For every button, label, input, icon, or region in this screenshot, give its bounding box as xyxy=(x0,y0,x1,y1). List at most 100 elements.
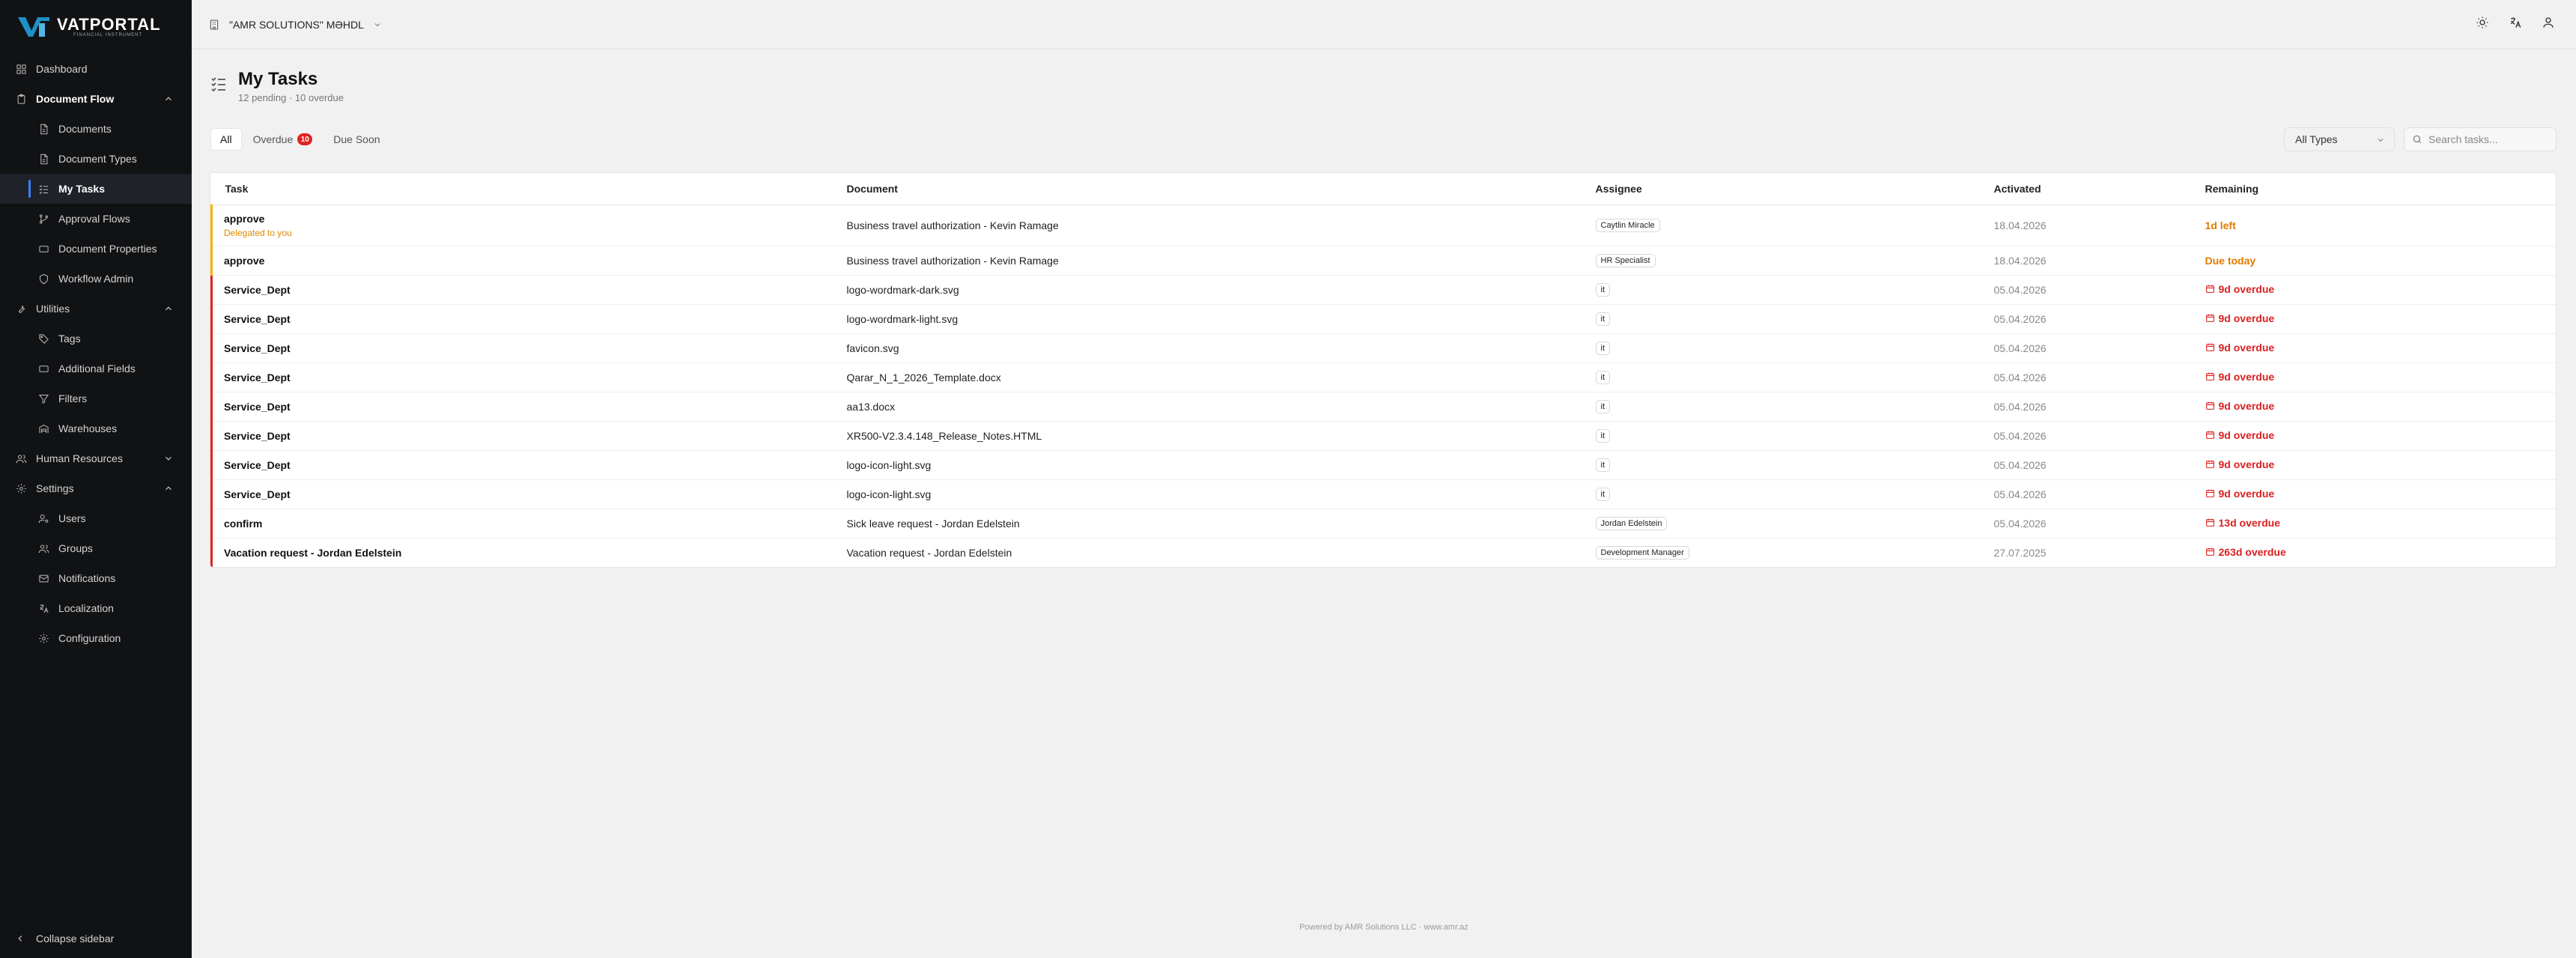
sidebar-item-dashboard[interactable]: Dashboard xyxy=(0,54,192,84)
document-cell[interactable]: Sick leave request - Jordan Edelstein xyxy=(833,509,1582,538)
task-name[interactable]: Vacation request - Jordan Edelstein xyxy=(224,547,833,559)
remaining-cell: 9d overdue xyxy=(2192,275,2557,304)
wrench-icon xyxy=(15,303,27,315)
table-row[interactable]: Service_Dept logo-wordmark-light.svg it 05.… xyxy=(210,304,2556,333)
document-cell[interactable]: Business travel authorization - Kevin Ra… xyxy=(833,246,1582,275)
remaining-status: 13d overdue xyxy=(2205,517,2280,529)
column-header-task[interactable]: Task xyxy=(211,173,833,205)
clipboard-icon xyxy=(15,93,27,105)
table-row[interactable]: Service_Dept Qarar_N_1_2026_Template.docx… xyxy=(210,363,2556,392)
table-row[interactable]: confirm Sick leave request - Jordan Edels… xyxy=(210,509,2556,538)
task-cell: Service_Dept xyxy=(210,421,833,450)
brand-logo[interactable]: VATPORTAL FINANCIAL INSTRUMENT xyxy=(16,10,161,43)
grid-icon xyxy=(15,63,27,75)
calendar-alert-icon xyxy=(2205,343,2214,352)
task-name[interactable]: Service_Dept xyxy=(224,459,833,471)
tab-due-soon-label: Due Soon xyxy=(333,133,380,145)
sidebar-item-label: Tags xyxy=(58,333,81,345)
document-cell[interactable]: Vacation request - Jordan Edelstein xyxy=(833,538,1582,567)
sidebar-item-document-properties[interactable]: Document Properties xyxy=(0,234,192,264)
vatportal-logo-icon xyxy=(18,17,49,37)
table-row[interactable]: Service_Dept XR500-V2.3.4.148_Release_Not… xyxy=(210,421,2556,450)
table-row[interactable]: approve Delegated to you Business travel a… xyxy=(210,204,2557,246)
task-name[interactable]: Service_Dept xyxy=(224,342,833,354)
document-cell[interactable]: XR500-V2.3.4.148_Release_Notes.HTML xyxy=(833,421,1582,450)
sidebar-item-utilities[interactable]: Utilities xyxy=(0,294,192,324)
document-cell[interactable]: aa13.docx xyxy=(833,392,1582,421)
document-cell[interactable]: Qarar_N_1_2026_Template.docx xyxy=(833,363,1582,392)
document-cell[interactable]: logo-wordmark-dark.svg xyxy=(833,275,1582,304)
calendar-alert-icon xyxy=(2205,548,2214,557)
rectangle-icon xyxy=(37,363,49,375)
table-row[interactable]: Service_Dept logo-wordmark-dark.svg it 05.0… xyxy=(210,275,2557,304)
sidebar-item-additional-fields[interactable]: Additional Fields xyxy=(0,354,192,383)
column-header-remaining[interactable]: Remaining xyxy=(2191,173,2556,205)
table-row[interactable]: Service_Dept logo-icon-light.svg it 05.04.2… xyxy=(210,450,2556,479)
sidebar-item-label: Utilities xyxy=(36,303,70,315)
task-name[interactable]: Service_Dept xyxy=(224,488,833,500)
assignee-chip: it xyxy=(1595,283,1610,297)
tab-due-soon[interactable]: Due Soon xyxy=(324,129,389,150)
rectangle-icon xyxy=(37,243,49,255)
sidebar-item-localization[interactable]: Localization xyxy=(0,593,192,623)
task-cell: Vacation request - Jordan Edelstein xyxy=(210,538,833,567)
user-menu-button[interactable] xyxy=(2542,16,2555,33)
column-header-document[interactable]: Document xyxy=(833,173,1582,205)
table-row[interactable]: Vacation request - Jordan Edelstein Vacat… xyxy=(210,538,2556,567)
sidebar-item-my-tasks[interactable]: My Tasks xyxy=(0,174,192,204)
sidebar-item-approval-flows[interactable]: Approval Flows xyxy=(0,204,192,234)
remaining-cell: 1d left xyxy=(2192,204,2557,246)
search-input[interactable] xyxy=(2428,133,2548,145)
assignee-chip: Development Manager xyxy=(1595,546,1689,560)
company-selector[interactable]: "AMR SOLUTIONS" MƏHDL xyxy=(208,13,382,36)
document-cell[interactable]: logo-wordmark-light.svg xyxy=(833,304,1582,333)
document-cell[interactable]: logo-icon-light.svg xyxy=(833,479,1582,509)
assignee-cell: it xyxy=(1582,450,1981,479)
chevron-down-icon xyxy=(163,453,174,464)
sidebar-item-document-flow[interactable]: Document Flow xyxy=(0,84,192,114)
sidebar-item-tags[interactable]: Tags xyxy=(0,324,192,354)
type-filter-select[interactable]: All Types xyxy=(2284,127,2395,151)
task-cell: Service_Dept xyxy=(210,333,833,363)
sidebar-item-configuration[interactable]: Configuration xyxy=(0,623,192,653)
activated-cell: 05.04.2026 xyxy=(1993,371,2047,383)
task-name[interactable]: Service_Dept xyxy=(224,372,833,383)
task-name[interactable]: confirm xyxy=(224,518,833,530)
sidebar-item-users[interactable]: Users xyxy=(0,503,192,533)
sidebar-item-document-types[interactable]: Document Types xyxy=(0,144,192,174)
table-row[interactable]: Service_Dept logo-icon-light.svg it 05.04.2… xyxy=(210,479,2556,509)
task-name[interactable]: Service_Dept xyxy=(224,401,833,413)
column-header-activated[interactable]: Activated xyxy=(1980,173,2192,205)
remaining-status: 9d overdue xyxy=(2205,371,2274,383)
tab-overdue[interactable]: Overdue 10 xyxy=(244,129,322,150)
document-cell[interactable]: logo-icon-light.svg xyxy=(833,450,1582,479)
table-row[interactable]: Service_Dept favicon.svg it 05.04.2026 9d ov… xyxy=(210,333,2556,363)
assignee-chip: it xyxy=(1595,400,1610,413)
table-row[interactable]: approve Business travel authorization - K… xyxy=(210,246,2556,275)
language-button[interactable] xyxy=(2509,16,2522,33)
sidebar-item-workflow-admin[interactable]: Workflow Admin xyxy=(0,264,192,294)
task-name[interactable]: approve xyxy=(224,255,833,267)
document-cell[interactable]: Business travel authorization - Kevin Ra… xyxy=(833,204,1582,246)
file-icon xyxy=(37,123,49,135)
tab-all[interactable]: All xyxy=(211,129,241,150)
document-cell[interactable]: favicon.svg xyxy=(833,333,1582,363)
collapse-sidebar-button[interactable]: Collapse sidebar xyxy=(15,930,114,948)
task-name[interactable]: approve xyxy=(224,213,833,225)
sidebar-item-notifications[interactable]: Notifications xyxy=(0,563,192,593)
sidebar-item-filters[interactable]: Filters xyxy=(0,383,192,413)
sidebar-item-documents[interactable]: Documents xyxy=(0,114,192,144)
table-row[interactable]: Service_Dept aa13.docx it 05.04.2026 9d over… xyxy=(210,392,2556,421)
sidebar-item-human-resources[interactable]: Human Resources xyxy=(0,443,192,473)
sidebar-item-groups[interactable]: Groups xyxy=(0,533,192,563)
column-header-assignee[interactable]: Assignee xyxy=(1582,173,1981,205)
task-name[interactable]: Service_Dept xyxy=(224,430,833,442)
task-name[interactable]: Service_Dept xyxy=(224,284,833,296)
assignee-cell: it xyxy=(1582,333,1981,363)
sidebar-item-warehouses[interactable]: Warehouses xyxy=(0,413,192,443)
file-icon xyxy=(37,153,49,165)
chevron-left-icon xyxy=(18,936,22,942)
sidebar-item-settings[interactable]: Settings xyxy=(0,473,192,503)
task-name[interactable]: Service_Dept xyxy=(224,313,833,325)
theme-toggle-button[interactable] xyxy=(2476,16,2489,33)
